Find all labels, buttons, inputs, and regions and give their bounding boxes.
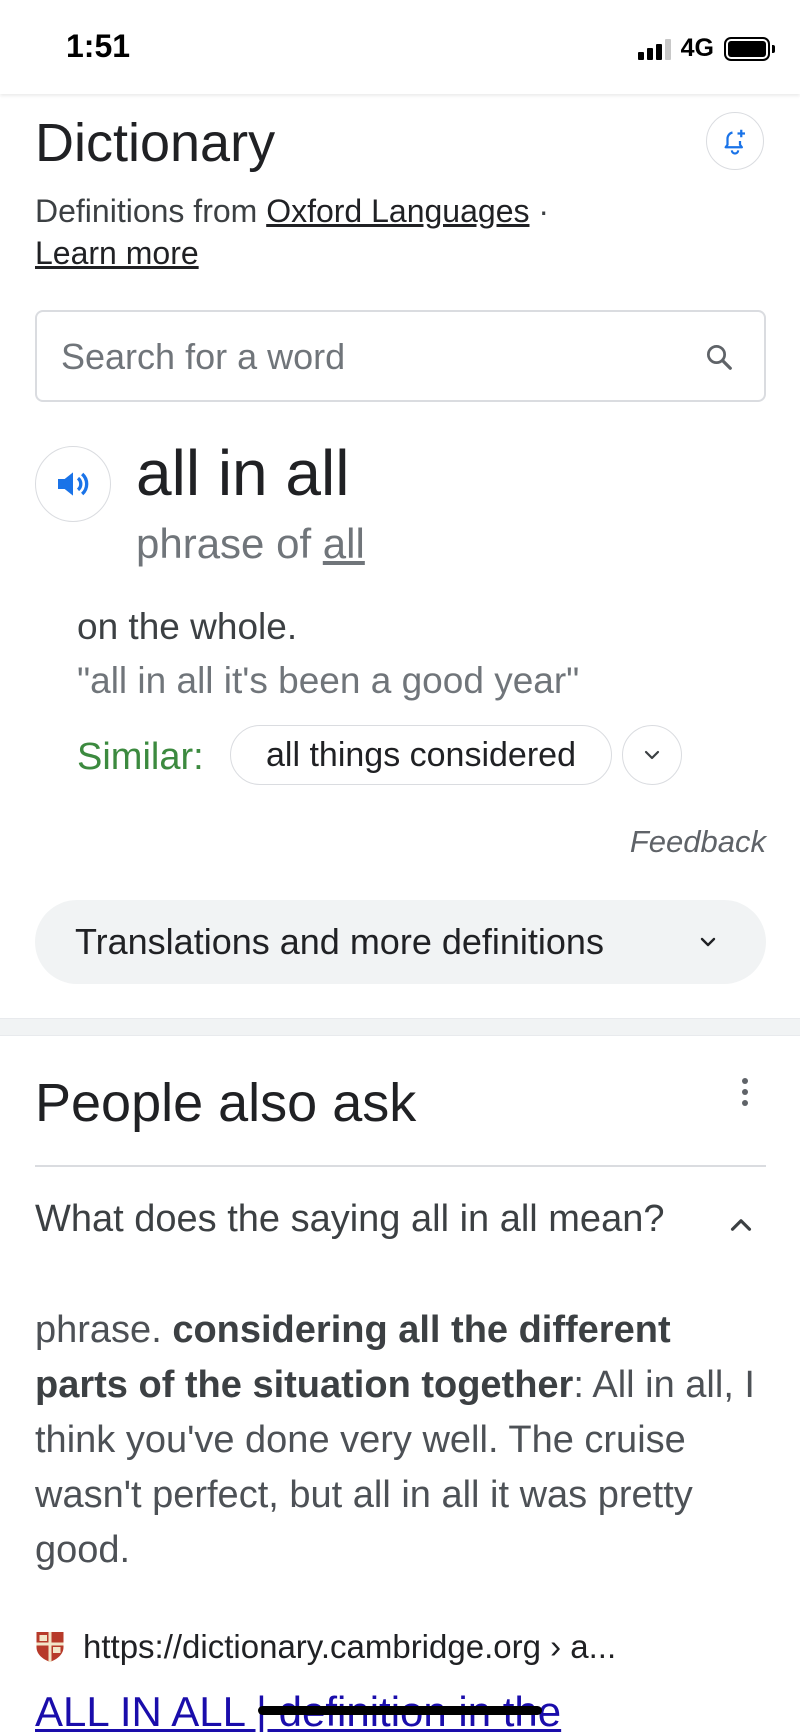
status-time: 1:51	[66, 28, 131, 64]
word-search-box[interactable]	[35, 310, 766, 402]
battery-icon	[724, 36, 775, 61]
headword: all in all	[136, 437, 350, 509]
more-options-icon[interactable]	[742, 1078, 748, 1106]
phrase-of-line: phrase of all	[136, 520, 365, 568]
answer-prefix: phrase.	[35, 1309, 173, 1351]
divider	[35, 1165, 766, 1167]
search-input[interactable]	[61, 332, 661, 382]
notification-add-button[interactable]	[706, 112, 764, 170]
home-indicator	[258, 1706, 542, 1715]
chevron-up-icon[interactable]	[724, 1208, 758, 1242]
section-divider	[0, 1018, 800, 1036]
feedback-link[interactable]: Feedback	[630, 824, 766, 860]
paa-answer: phrase. considering all the different pa…	[35, 1303, 770, 1578]
translations-more-definitions-button[interactable]: Translations and more definitions	[35, 900, 766, 984]
chevron-down-icon	[700, 937, 716, 947]
translations-label: Translations and more definitions	[75, 921, 604, 962]
source-separator: ·	[538, 193, 550, 229]
status-indicators: 4G	[637, 34, 775, 63]
similar-expand-button[interactable]	[622, 725, 682, 785]
oxford-languages-link[interactable]: Oxford Languages	[266, 193, 529, 229]
similar-label: Similar:	[77, 736, 204, 778]
pronunciation-button[interactable]	[35, 446, 111, 522]
paa-question[interactable]: What does the saying all in all mean?	[35, 1198, 664, 1241]
source-prefix: Definitions from	[35, 193, 258, 229]
bell-plus-icon	[724, 129, 745, 155]
chevron-down-icon	[644, 750, 660, 760]
signal-icon	[637, 38, 671, 60]
learn-more-link[interactable]: Learn more	[35, 235, 199, 271]
speaker-icon	[58, 472, 89, 496]
dictionary-title: Dictionary	[35, 113, 276, 173]
cambridge-favicon-icon	[36, 1632, 64, 1662]
people-also-ask-title: People also ask	[35, 1073, 417, 1133]
search-icon[interactable]	[704, 342, 734, 372]
result-source[interactable]: https://dictionary.cambridge.org › a...	[35, 1628, 616, 1666]
similar-word-chip[interactable]: all things considered	[230, 725, 612, 785]
example-sentence: "all in all it's been a good year"	[77, 660, 580, 701]
phrase-prefix: phrase of	[136, 520, 312, 567]
root-word-link[interactable]: all	[323, 520, 365, 567]
definitions-source: Definitions from Oxford Languages · Lear…	[35, 190, 715, 274]
source-url: https://dictionary.cambridge.org › a...	[83, 1628, 617, 1665]
status-bar: 1:51 4G	[0, 0, 800, 94]
definition-text: on the whole.	[77, 606, 298, 647]
network-type: 4G	[680, 34, 714, 62]
